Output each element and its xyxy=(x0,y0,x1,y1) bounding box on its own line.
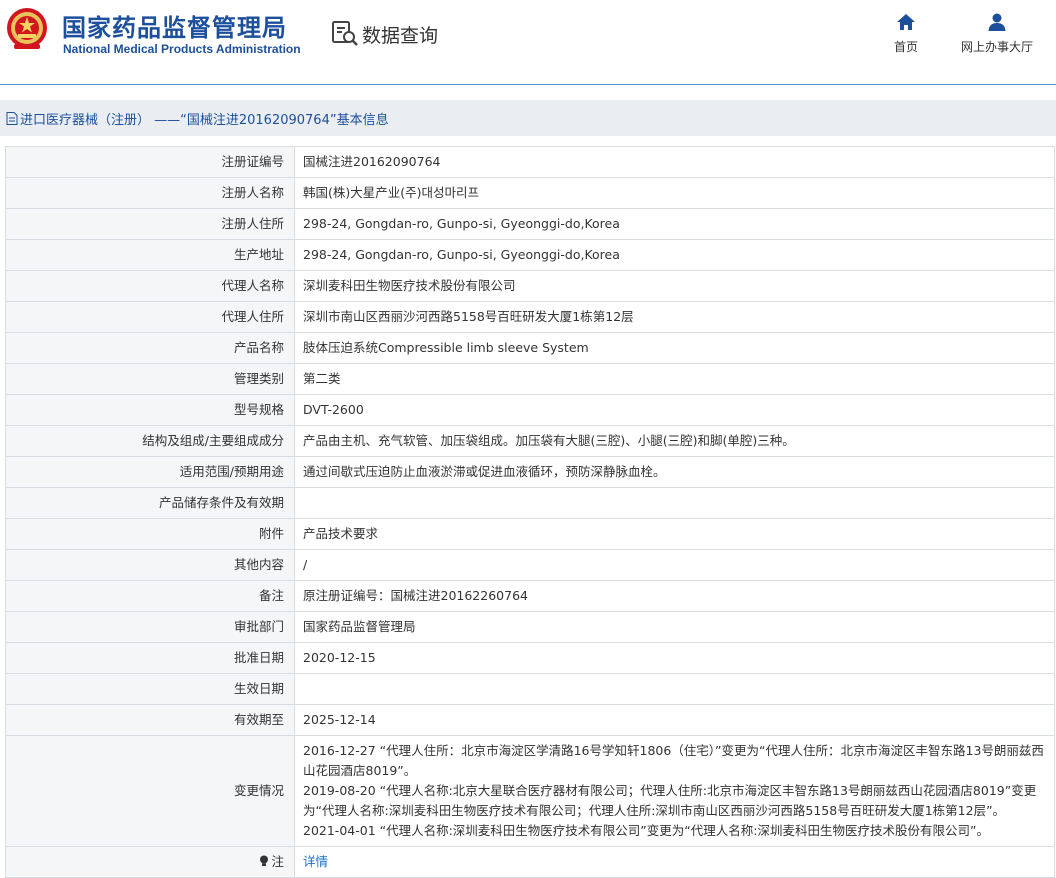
table-row: 产品储存条件及有效期 xyxy=(5,487,1055,519)
table-row: 有效期至 2025-12-14 xyxy=(5,704,1055,736)
table-row: 附件 产品技术要求 xyxy=(5,518,1055,550)
field-label: 审批部门 xyxy=(5,611,295,643)
home-icon xyxy=(897,14,915,30)
site-header: 国家药品监督管理局 National Medical Products Admi… xyxy=(0,0,1056,84)
field-value: / xyxy=(294,549,1055,581)
field-label: 批准日期 xyxy=(5,642,295,674)
table-row-change-history: 变更情况 2016-12-27 “代理人住所：北京市海淀区学清路16号学知轩180… xyxy=(5,735,1055,847)
field-value: 国家药品监督管理局 xyxy=(294,611,1055,643)
field-value: 产品由主机、充气软管、加压袋组成。加压袋有大腿(三腔)、小腿(三腔)和脚(单腔)… xyxy=(294,425,1055,457)
field-value: 国械注进20162090764 xyxy=(294,146,1055,178)
field-value: 产品技术要求 xyxy=(294,518,1055,550)
table-row: 代理人名称 深圳麦科田生物医疗技术股份有限公司 xyxy=(5,270,1055,302)
field-value: 通过间歇式压迫防止血液淤滞或促进血液循环，预防深静脉血栓。 xyxy=(294,456,1055,488)
table-row: 管理类别 第二类 xyxy=(5,363,1055,395)
table-row: 生产地址 298-24, Gongdan-ro, Gunpo-si, Gyeong… xyxy=(5,239,1055,271)
field-value xyxy=(294,673,1055,705)
breadcrumb-text: 进口医疗器械（注册） ——“国械注进20162090764”基本信息 xyxy=(20,112,389,128)
table-row: 代理人住所 深圳市南山区西丽沙河西路5158号百旺研发大厦1栋第12层 xyxy=(5,301,1055,333)
field-value: 第二类 xyxy=(294,363,1055,395)
table-row: 生效日期 xyxy=(5,673,1055,705)
table-row: 其他内容 / xyxy=(5,549,1055,581)
org-name-en: National Medical Products Administration xyxy=(63,42,301,56)
field-label: 产品名称 xyxy=(5,332,295,364)
search-document-icon xyxy=(332,21,358,46)
national-emblem-icon xyxy=(7,8,47,49)
table-row: 结构及组成/主要组成成分 产品由主机、充气软管、加压袋组成。加压袋有大腿(三腔)、… xyxy=(5,425,1055,457)
change-history-entry: 2021-04-01 “代理人名称:深圳麦科田生物医疗技术有限公司”变更为“代理… xyxy=(303,823,989,838)
document-icon xyxy=(6,111,18,125)
data-query-label: 数据查询 xyxy=(362,24,439,47)
field-label: 生效日期 xyxy=(5,673,295,705)
field-value xyxy=(294,487,1055,519)
details-link[interactable]: 详情 xyxy=(303,854,328,869)
nav-home-label: 首页 xyxy=(893,40,918,54)
field-label: 结构及组成/主要组成成分 xyxy=(5,425,295,457)
field-value: 韩国(株)大星产业(주)대성마리프 xyxy=(294,177,1055,209)
field-label: 生产地址 xyxy=(5,239,295,271)
org-name-cn: 国家药品监督管理局 xyxy=(62,14,287,42)
table-row: 型号规格 DVT-2600 xyxy=(5,394,1055,426)
field-value: DVT-2600 xyxy=(294,394,1055,426)
table-row: 产品名称 肢体压迫系统Compressible limb sleeve Syste… xyxy=(5,332,1055,364)
nav-hall-label: 网上办事大厅 xyxy=(960,40,1033,54)
user-icon xyxy=(988,13,1006,31)
breadcrumb: 进口医疗器械（注册） ——“国械注进20162090764”基本信息 xyxy=(0,100,1056,136)
field-value: 2025-12-14 xyxy=(294,704,1055,736)
table-row: 注册人住所 298-24, Gongdan-ro, Gunpo-si, Gyeon… xyxy=(5,208,1055,240)
field-label: 备注 xyxy=(5,580,295,612)
field-value: 肢体压迫系统Compressible limb sleeve System xyxy=(294,332,1055,364)
field-value: 298-24, Gongdan-ro, Gunpo-si, Gyeonggi-d… xyxy=(294,239,1055,271)
field-label: 有效期至 xyxy=(5,704,295,736)
table-row: 审批部门 国家药品监督管理局 xyxy=(5,611,1055,643)
nav-online-service-hall[interactable]: 网上办事大厅 xyxy=(952,12,1042,55)
field-label: 注册人住所 xyxy=(5,208,295,240)
nav-home[interactable]: 首页 xyxy=(884,12,928,55)
header-divider xyxy=(0,84,1056,85)
change-history-entry: 2019-08-20 “代理人名称:北京大星联合医疗器材有限公司；代理人住所:北… xyxy=(303,783,1037,818)
field-value: 深圳市南山区西丽沙河西路5158号百旺研发大厦1栋第12层 xyxy=(294,301,1055,333)
field-value: 深圳麦科田生物医疗技术股份有限公司 xyxy=(294,270,1055,302)
note-label: 注 xyxy=(271,854,284,869)
field-label: 其他内容 xyxy=(5,549,295,581)
table-row: 注册人名称 韩国(株)大星产业(주)대성마리프 xyxy=(5,177,1055,209)
field-label: 注册人名称 xyxy=(5,177,295,209)
field-label: 代理人名称 xyxy=(5,270,295,302)
table-row: 备注 原注册证编号：国械注进20162260764 xyxy=(5,580,1055,612)
device-info-table: 注册证编号 国械注进20162090764 注册人名称 韩国(株)大星产业(주)대성마… xyxy=(5,146,1055,878)
field-label: 变更情况 xyxy=(5,735,295,847)
field-label: 型号规格 xyxy=(5,394,295,426)
table-row: 批准日期 2020-12-15 xyxy=(5,642,1055,674)
table-row: 适用范围/预期用途 通过间歇式压迫防止血液淤滞或促进血液循环，预防深静脉血栓。 xyxy=(5,456,1055,488)
field-label: 管理类别 xyxy=(5,363,295,395)
field-label: 注册证编号 xyxy=(5,146,295,178)
field-value: 298-24, Gongdan-ro, Gunpo-si, Gyeonggi-d… xyxy=(294,208,1055,240)
field-value: 2020-12-15 xyxy=(294,642,1055,674)
lightbulb-icon xyxy=(260,855,269,866)
data-query-title: 数据查询 xyxy=(330,18,438,50)
field-label: 产品储存条件及有效期 xyxy=(5,487,295,519)
change-history-entry: 2016-12-27 “代理人住所：北京市海淀区学清路16号学知轩1806（住宅… xyxy=(303,743,1044,778)
field-label: 适用范围/预期用途 xyxy=(5,456,295,488)
change-history-value: 2016-12-27 “代理人住所：北京市海淀区学清路16号学知轩1806（住宅… xyxy=(294,735,1055,847)
field-label: 附件 xyxy=(5,518,295,550)
field-label: 代理人住所 xyxy=(5,301,295,333)
field-value: 原注册证编号：国械注进20162260764 xyxy=(294,580,1055,612)
table-row: 注册证编号 国械注进20162090764 xyxy=(5,146,1055,178)
